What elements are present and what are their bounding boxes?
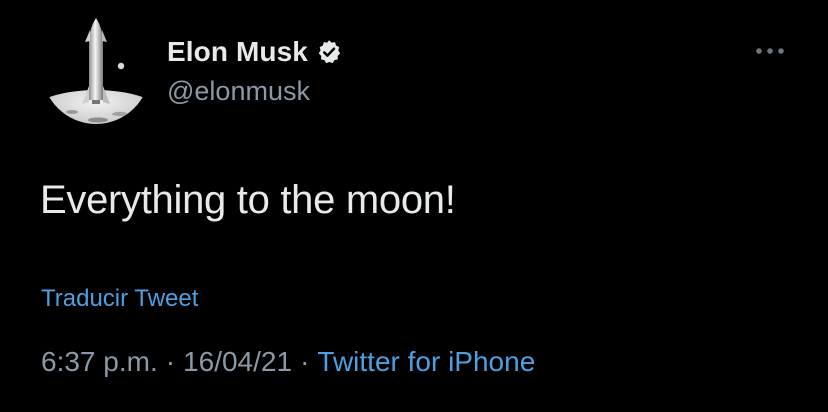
translate-tweet-link[interactable]: Traducir Tweet [41, 285, 198, 313]
author-avatar[interactable] [42, 16, 150, 124]
author-name-row[interactable]: Elon Musk [167, 32, 342, 72]
author-handle[interactable]: @elonmusk [167, 76, 310, 107]
tweet-detail: Elon Musk @elonmusk Everything to the mo… [0, 0, 828, 412]
verified-badge-icon [316, 39, 342, 65]
separator-dot: · [165, 346, 176, 377]
tweet-metadata: 6:37 p.m. · 16/04/21 · Twitter for iPhone [41, 346, 535, 378]
author-display-name[interactable]: Elon Musk [167, 36, 308, 68]
starship-on-moon-avatar-icon [42, 16, 150, 124]
more-dots-icon [756, 48, 784, 54]
tweet-source-link[interactable]: Twitter for iPhone [317, 346, 535, 377]
more-options-button[interactable] [748, 36, 792, 66]
tweet-date[interactable]: 16/04/21 [183, 346, 292, 377]
tweet-time[interactable]: 6:37 p.m. [41, 346, 158, 377]
tweet-text: Everything to the moon! [40, 178, 456, 222]
separator-dot: · [300, 346, 310, 377]
